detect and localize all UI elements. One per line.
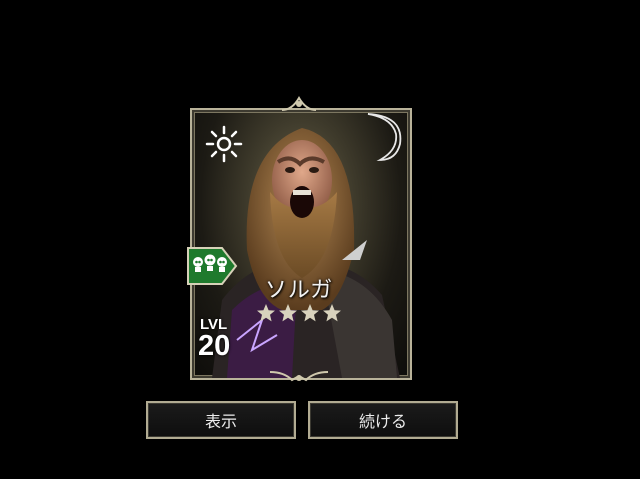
- star-icon: [279, 304, 297, 322]
- star-icon: [323, 304, 341, 322]
- level-value: 20: [198, 330, 231, 362]
- star-icon: [301, 304, 319, 322]
- show-button[interactable]: 表示: [146, 401, 296, 439]
- frame-top-ornament: [282, 96, 316, 111]
- star-icon: [257, 304, 275, 322]
- continue-button[interactable]: 続ける: [308, 401, 458, 439]
- frame-bottom-ornament: [270, 371, 328, 382]
- star-rating: [256, 303, 346, 325]
- sun-icon: [205, 125, 243, 163]
- crescent-moon-icon: [367, 113, 402, 161]
- skulls-icon: [193, 254, 227, 272]
- hero-name: ソルガ: [264, 278, 334, 303]
